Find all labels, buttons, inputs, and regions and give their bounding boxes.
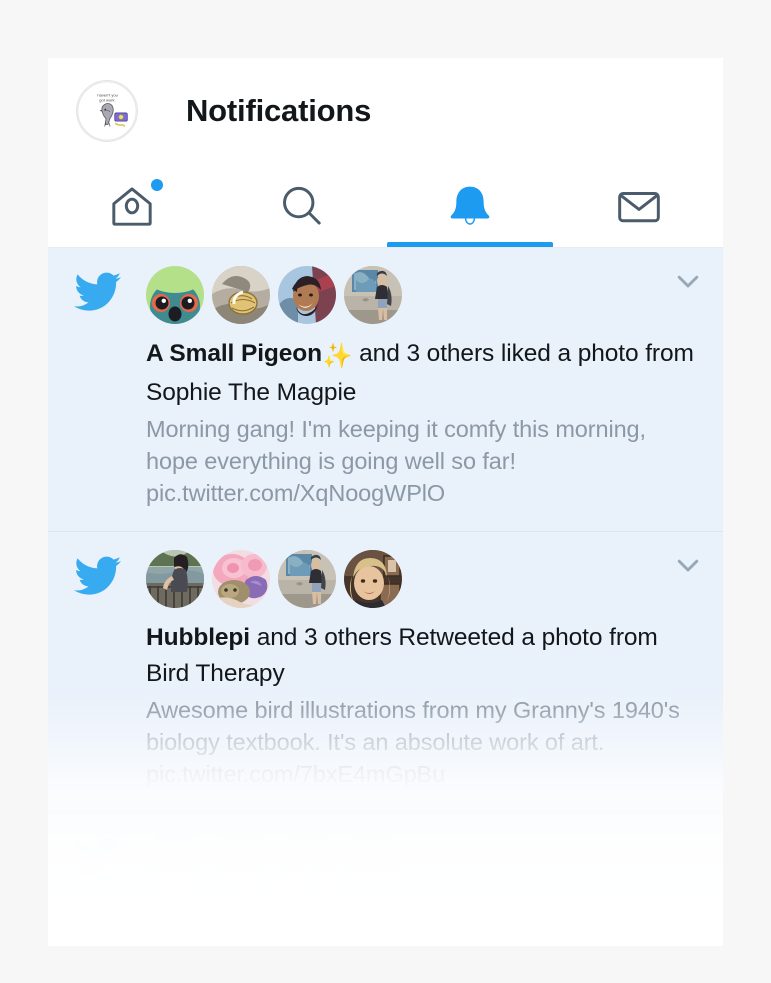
avatar-strip — [146, 831, 697, 889]
avatar-faded-3[interactable] — [278, 831, 336, 889]
notifications-app-card: Notifications A Small Pigeon✨ and 3 othe… — [48, 58, 723, 946]
twitter-bird-icon — [74, 272, 122, 312]
chevron-down-icon — [673, 831, 703, 861]
sparkles-emoji: ✨ — [322, 343, 353, 370]
home-icon — [107, 178, 164, 231]
notification-preview-text: Awesome bird illustrations from my Grann… — [146, 697, 680, 787]
active-tab-underline — [386, 242, 553, 247]
notification-actor[interactable]: Hubblepi — [146, 624, 250, 651]
tab-bar — [48, 164, 723, 248]
notification-body — [146, 831, 697, 901]
notifications-feed: A Small Pigeon✨ and 3 others liked a pho… — [48, 248, 723, 923]
notification-type-icon-column — [74, 550, 146, 790]
avatar-wall-person[interactable] — [278, 550, 336, 608]
avatar-faded-2[interactable] — [212, 831, 270, 889]
avatar-faded-4[interactable] — [344, 831, 402, 889]
avatar-green-bird[interactable] — [146, 266, 204, 324]
twitter-bird-icon — [74, 837, 122, 877]
avatar-illustration[interactable] — [278, 266, 336, 324]
profile-avatar[interactable] — [76, 80, 138, 142]
bell-icon — [445, 181, 495, 231]
avatar-strip — [146, 550, 697, 608]
notification-item[interactable] — [48, 813, 723, 923]
tab-search[interactable] — [217, 164, 386, 247]
chevron-down-icon — [673, 266, 703, 296]
notification-actor[interactable]: A Small Pigeon — [146, 340, 322, 367]
notification-overflow-button[interactable] — [669, 546, 707, 584]
home-unread-badge — [151, 178, 164, 191]
twitter-bird-icon — [74, 556, 122, 596]
tab-home[interactable] — [48, 164, 217, 247]
notification-type-icon-column — [74, 266, 146, 509]
avatar-pink-flowers[interactable] — [212, 550, 270, 608]
avatar-snail-shell[interactable] — [212, 266, 270, 324]
avatar-blonde-woman[interactable] — [344, 550, 402, 608]
chevron-down-icon — [673, 550, 703, 580]
search-icon — [276, 181, 326, 231]
notification-headline: Hubblepi and 3 others Retweeted a photo … — [146, 620, 697, 692]
avatar-wall-person[interactable] — [344, 266, 402, 324]
avatar-riverside[interactable] — [146, 550, 204, 608]
notification-overflow-button[interactable] — [669, 827, 707, 865]
notification-body: Hubblepi and 3 others Retweeted a photo … — [146, 550, 697, 790]
avatar-faded-1[interactable] — [146, 831, 204, 889]
notification-overflow-button[interactable] — [669, 262, 707, 300]
page-title: Notifications — [186, 93, 372, 128]
tab-notifications[interactable] — [386, 164, 555, 247]
notification-item[interactable]: A Small Pigeon✨ and 3 others liked a pho… — [48, 248, 723, 532]
notification-item[interactable]: Hubblepi and 3 others Retweeted a photo … — [48, 532, 723, 813]
avatar-strip — [146, 266, 697, 324]
envelope-icon — [614, 181, 664, 231]
app-header: Notifications — [48, 58, 723, 164]
tab-messages[interactable] — [554, 164, 723, 247]
notification-headline: A Small Pigeon✨ and 3 others liked a pho… — [146, 336, 697, 411]
notification-type-icon-column — [74, 831, 146, 901]
notification-preview-text: Morning gang! I'm keeping it comfy this … — [146, 416, 646, 506]
notification-body: A Small Pigeon✨ and 3 others liked a pho… — [146, 266, 697, 509]
